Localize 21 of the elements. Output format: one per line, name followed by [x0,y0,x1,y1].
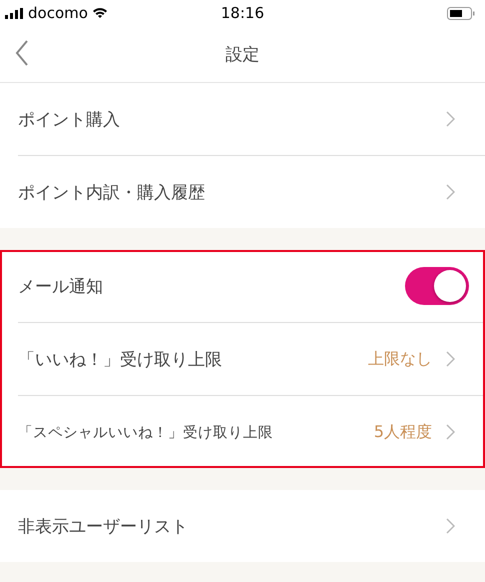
back-icon[interactable] [15,40,29,66]
setting-label: ポイント購入 [18,108,121,130]
signal-icon [5,8,24,18]
page-title: 設定 [226,44,260,66]
setting-label: 「スペシャルいいね！」受け取り上限 [18,424,274,442]
setting-label: 「いいね！」受け取り上限 [18,348,223,370]
chevron-icon[interactable] [446,351,455,367]
toggle-switch[interactable] [405,267,469,305]
chevron-icon[interactable] [446,184,455,200]
chevron-icon[interactable] [446,518,455,534]
wifi-icon [92,7,108,19]
battery-icon [447,6,475,20]
setting-label: ポイント内訳・購入履歴 [18,182,206,204]
setting-label: メール通知 [18,276,104,298]
chevron-icon[interactable] [446,424,455,440]
setting-label: 非表示ユーザーリスト [18,516,189,538]
chevron-icon[interactable] [446,111,455,127]
status-time: 18:16 [220,4,264,22]
setting-value: 5人程度 [374,422,432,442]
carrier-name: docomo [28,4,88,22]
setting-value: 上限なし [368,348,432,370]
